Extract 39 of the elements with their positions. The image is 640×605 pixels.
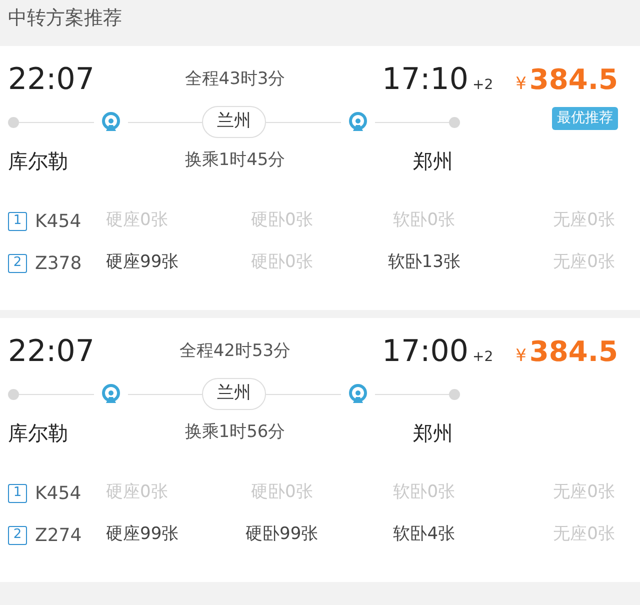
arrival-time: 17:00 <box>382 333 468 371</box>
seat-availability: 硬卧99张 <box>244 523 320 546</box>
train-station-icon <box>100 383 122 405</box>
leg-number: 1 <box>8 484 27 502</box>
transfer-station: 兰州 <box>202 106 266 138</box>
price: 384.5 <box>529 334 618 370</box>
recommend-badge: 最优推荐 <box>552 107 618 130</box>
transfer-station: 兰州 <box>202 378 266 410</box>
train-number: K454 <box>35 482 82 506</box>
day-offset: +2 <box>472 348 494 367</box>
arrival-time: 17:10 <box>382 61 468 99</box>
transfer-wait: 换乘1时56分 <box>184 421 286 444</box>
origin-city: 库尔勒 <box>8 420 69 447</box>
train-station-icon <box>100 111 122 133</box>
destination-city: 郑州 <box>413 148 454 175</box>
destination-city: 郑州 <box>413 420 454 447</box>
train-number: K454 <box>35 210 82 234</box>
train-station-icon <box>346 111 368 133</box>
total-duration: 全程42时53分 <box>178 340 292 364</box>
total-duration: 全程43时3分 <box>184 68 286 92</box>
departure-time: 22:07 <box>8 333 96 371</box>
origin-city: 库尔勒 <box>8 148 69 175</box>
currency-sign: ¥ <box>516 73 526 96</box>
train-number: Z378 <box>35 252 83 276</box>
transfer-wait: 换乘1时45分 <box>184 149 286 172</box>
price: 384.5 <box>529 62 618 98</box>
seat-availability: 软卧4张 <box>392 523 456 546</box>
currency-sign: ¥ <box>516 345 526 368</box>
train-number: Z274 <box>35 524 83 548</box>
seat-availability: 硬座99张 <box>106 523 180 546</box>
seat-availability: 软卧13张 <box>386 251 462 274</box>
section-title: 中转方案推荐 <box>7 6 123 31</box>
day-offset: +2 <box>472 76 494 95</box>
leg-number: 2 <box>8 254 27 272</box>
leg-number: 2 <box>8 526 27 544</box>
leg-number: 1 <box>8 212 27 230</box>
departure-time: 22:07 <box>8 61 96 99</box>
train-station-icon <box>346 383 368 405</box>
seat-availability: 硬座99张 <box>106 251 180 274</box>
